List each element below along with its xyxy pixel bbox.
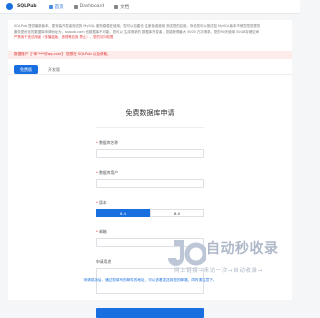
nav-item-label: Dashboard [79, 4, 105, 9]
nav-item-home[interactable]: 首页 [48, 4, 64, 10]
plan-tabs: 免费版 开发版 [8, 59, 292, 75]
watermark-title: 自动秒收录 [206, 241, 279, 257]
db-name-input[interactable] [96, 149, 204, 158]
home-icon [48, 4, 53, 9]
db-name-label: * 数据库名称 [96, 140, 119, 145]
nav-item-label: 首页 [54, 4, 64, 10]
version-label: * 版本 [96, 200, 107, 205]
apply-form: 免费数据库申请 * 数据库名称 * 数据库用户 * 版本 8.4 8.0 * 邮… [8, 100, 292, 318]
intro-line-1: SQLPub 提供最新版本、更安装开发者测试的 MySQL 服务稳稳在使用，您可… [14, 24, 261, 28]
nav-item-docs[interactable]: 文档 [114, 4, 129, 10]
intro-text: SQLPub 提供最新版本、更安装开发者测试的 MySQL 服务稳稳在使用，您可… [8, 20, 292, 45]
intro-warning: 严禁用于违法用途（传播盗版、违规等应用 禁止），您的访问权限 [14, 35, 114, 40]
watermark: 自动秒收录 网上链接→来访一次→自动收录→ [168, 236, 292, 280]
db-user-input[interactable] [96, 179, 204, 188]
tab-free[interactable]: 免费版 [14, 64, 38, 74]
docs-icon [114, 4, 119, 9]
submit-button[interactable] [96, 308, 204, 318]
form-divider [96, 127, 204, 128]
form-title: 免费数据库申请 [125, 109, 175, 117]
tab-developer[interactable]: 开发版 [42, 65, 66, 74]
alert-text: 数据账户【"申"***@qq.com】 您想在 SQLPub 以及获取。 [14, 52, 111, 57]
dashboard-icon [73, 4, 78, 9]
watermark-logo-icon [168, 240, 206, 266]
nav-item-dashboard[interactable]: Dashboard [73, 4, 105, 9]
db-name-field: * 数据库名称 [96, 140, 204, 158]
db-user-field: * 数据库用户 [96, 170, 204, 188]
version-field: * 版本 8.4 8.0 [96, 200, 204, 217]
nav-item-label: 文档 [120, 4, 130, 10]
version-option-8-4[interactable]: 8.4 [96, 209, 150, 217]
watermark-subtitle: 网上链接→来访一次→自动收录→ [174, 268, 263, 274]
top-navbar: SQLPub 首页 Dashboard 文档 [0, 0, 300, 14]
version-option-8-0[interactable]: 8.0 [150, 209, 204, 217]
db-user-label: * 数据库用户 [96, 170, 119, 175]
account-alert: 数据账户【"申"***@qq.com】 您想在 SQLPub 以及获取。 [8, 50, 292, 59]
brand-logo-icon[interactable] [6, 3, 13, 10]
email-label: * 邮箱 [96, 229, 107, 234]
brand-name[interactable]: SQLPub [17, 4, 37, 9]
version-selector: 8.4 8.0 [96, 209, 204, 217]
